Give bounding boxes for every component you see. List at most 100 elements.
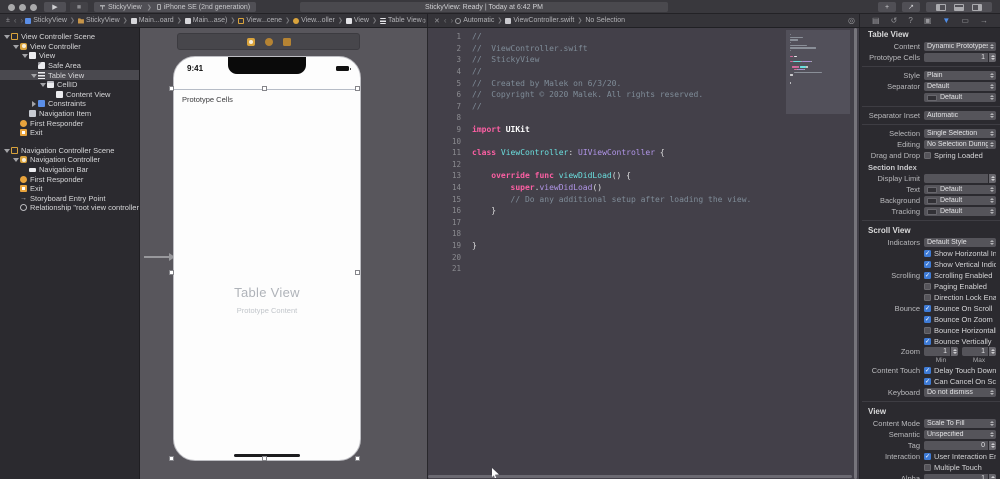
toggle-navigator-icon[interactable] [936, 3, 946, 11]
breadcrumb-item[interactable]: StickyView [25, 17, 67, 24]
outline-item-exit[interactable]: Exit [0, 184, 139, 194]
stepper-icon[interactable] [951, 347, 958, 356]
outline-item-navigation-item[interactable]: Navigation Item [0, 109, 139, 119]
breadcrumb-item[interactable]: StickyView [77, 17, 120, 24]
disclosure-open-icon[interactable] [4, 148, 10, 153]
outline-item-view-controller[interactable]: View Controller [0, 42, 139, 52]
stepper-icon[interactable] [989, 347, 996, 356]
storyboard-entry-point-arrow[interactable] [144, 253, 175, 261]
outline-item-storyboard-entry-point[interactable]: Storyboard Entry Point [0, 194, 139, 204]
horizontal-scrollbar[interactable] [428, 475, 852, 478]
dropdown-no-selection-during-ed[interactable]: No Selection During Ed... [924, 140, 996, 149]
interface-builder-canvas[interactable]: 9:41 Prototype Cells Table View Prototyp… [140, 28, 428, 479]
selection-handle[interactable] [169, 456, 174, 461]
selection-handle[interactable] [262, 86, 267, 91]
view-controller-preview[interactable]: 9:41 Prototype Cells Table View Prototyp… [173, 56, 361, 461]
disclosure-open-icon[interactable] [31, 73, 37, 78]
code-line[interactable]: 11 class ViewController: UIViewController… [428, 147, 783, 159]
stop-button[interactable]: ■ [70, 2, 88, 12]
code-line[interactable]: 18 [428, 228, 783, 240]
file-inspector-tab[interactable]: ▤ [872, 16, 880, 25]
code-line[interactable]: 19} [428, 240, 783, 252]
selection-handle[interactable] [169, 86, 174, 91]
outline-item-first-responder[interactable]: First Responder [0, 118, 139, 128]
code-line[interactable]: 17 [428, 217, 783, 229]
value-field[interactable] [924, 174, 988, 183]
selection-handle[interactable] [355, 456, 360, 461]
selection-handle[interactable] [355, 270, 360, 275]
breadcrumb-item[interactable]: Automatic [455, 17, 494, 24]
selection-handle[interactable] [262, 456, 267, 461]
disclosure-open-icon[interactable] [13, 157, 19, 163]
library-button[interactable]: + [878, 2, 896, 12]
device-bezels-icon[interactable]: ⌽ [422, 16, 427, 26]
toggle-debug-area-icon[interactable] [954, 3, 964, 11]
dropdown-single-selection[interactable]: Single Selection [924, 129, 996, 138]
code-line[interactable]: 13 override func viewDidLoad() { [428, 170, 783, 182]
breadcrumb-item[interactable]: ViewController.swift [505, 17, 574, 24]
exit-icon[interactable] [282, 37, 291, 46]
dropdown-unspecified[interactable]: Unspecified [924, 430, 996, 439]
breadcrumb-item[interactable]: View...oller [293, 17, 335, 24]
checkbox-bounce-on-scroll[interactable]: ✓ [924, 305, 931, 312]
dropdown-dynamic-prototypes[interactable]: Dynamic Prototypes [924, 42, 996, 51]
quick-help-inspector-tab[interactable]: ? [908, 16, 912, 25]
outline-item-table-view[interactable]: Table View [0, 70, 139, 80]
color-well[interactable]: Default [924, 207, 996, 216]
view-controller-icon[interactable] [246, 37, 255, 46]
code-line[interactable]: 7 // [428, 101, 783, 113]
code-editor[interactable]: 1 // 2 // ViewController.swift 3 // StickyVie… [428, 28, 860, 479]
connections-inspector-tab[interactable]: → [980, 16, 988, 25]
size-inspector-tab[interactable]: ▭ [961, 16, 969, 25]
disclosure-open-icon[interactable] [13, 44, 19, 49]
code-area[interactable]: 1 // 2 // ViewController.swift 3 // StickyVie… [428, 31, 783, 274]
run-button[interactable]: ▶ [44, 2, 66, 12]
stepper-icon[interactable] [989, 53, 996, 62]
code-line[interactable]: 4 // [428, 66, 783, 78]
dropdown-default[interactable]: Default [924, 82, 996, 91]
run-destination[interactable]: iPhone SE (2nd generation) [164, 4, 250, 11]
disclosure-closed-icon[interactable] [31, 101, 36, 108]
dropdown-plain[interactable]: Plain [924, 71, 996, 80]
outline-item-cellid[interactable]: CellID [0, 80, 139, 90]
scheme-selector[interactable]: StickyView ❯ iPhone SE (2nd generation) [94, 2, 257, 12]
back-icon[interactable]: ‹ [14, 16, 17, 25]
checkbox-user-interaction-enabled[interactable]: ✓ [924, 453, 931, 460]
table-view-placeholder[interactable]: Table View Prototype Content [174, 285, 360, 315]
checkbox-paging-enabled[interactable] [924, 283, 931, 290]
outline-item-navigation-controller[interactable]: Navigation Controller [0, 155, 139, 165]
outline-item-view-controller-scene[interactable]: View Controller Scene [0, 32, 139, 42]
editor-options-button[interactable]: ↗ [902, 2, 920, 12]
outline-item-first-responder[interactable]: First Responder [0, 174, 139, 184]
disclosure-open-icon[interactable] [4, 34, 10, 40]
code-line[interactable]: 1 // [428, 31, 783, 43]
code-line[interactable]: 12 [428, 159, 783, 171]
disclosure-open-icon[interactable] [40, 82, 46, 88]
dropdown-do-not-dismiss[interactable]: Do not dismiss [924, 388, 996, 397]
close-window-icon[interactable] [8, 3, 15, 11]
stepper-icon[interactable] [989, 441, 996, 450]
code-line[interactable]: 15 // Do any additional setup after load… [428, 193, 783, 205]
adjust-editor-options-icon[interactable]: ◎ [848, 16, 855, 25]
zoom-window-icon[interactable] [30, 3, 37, 11]
selection-handle[interactable] [169, 270, 174, 275]
breadcrumb-item[interactable]: View...cene [238, 17, 282, 24]
forward-icon[interactable]: › [451, 16, 454, 25]
checkbox-spring-loaded[interactable] [924, 152, 931, 159]
close-editor-icon[interactable]: ✕ [434, 17, 440, 25]
breadcrumb-item[interactable]: Table View [379, 17, 422, 24]
value-field[interactable]: 1 [924, 53, 988, 62]
outline-item-relationship-root-view-controller[interactable]: Relationship "root view controller"... [0, 203, 139, 213]
breadcrumb-item[interactable]: Main...ase) [184, 17, 227, 24]
outline-item-view[interactable]: View [0, 51, 139, 61]
minimize-window-icon[interactable] [19, 3, 26, 11]
checkbox-show-vertical-indicator[interactable]: ✓ [924, 261, 931, 268]
color-well[interactable]: Default [924, 196, 996, 205]
checkbox-delay-touch-down[interactable]: ✓ [924, 367, 931, 374]
history-inspector-tab[interactable]: ↺ [891, 16, 898, 25]
first-responder-icon[interactable] [264, 37, 273, 46]
dropdown-scale-to-fill[interactable]: Scale To Fill [924, 419, 996, 428]
dropdown-default-style[interactable]: Default Style [924, 238, 996, 247]
code-line[interactable]: 2 // ViewController.swift [428, 43, 783, 55]
checkbox-bounce-horizontally[interactable] [924, 327, 931, 334]
